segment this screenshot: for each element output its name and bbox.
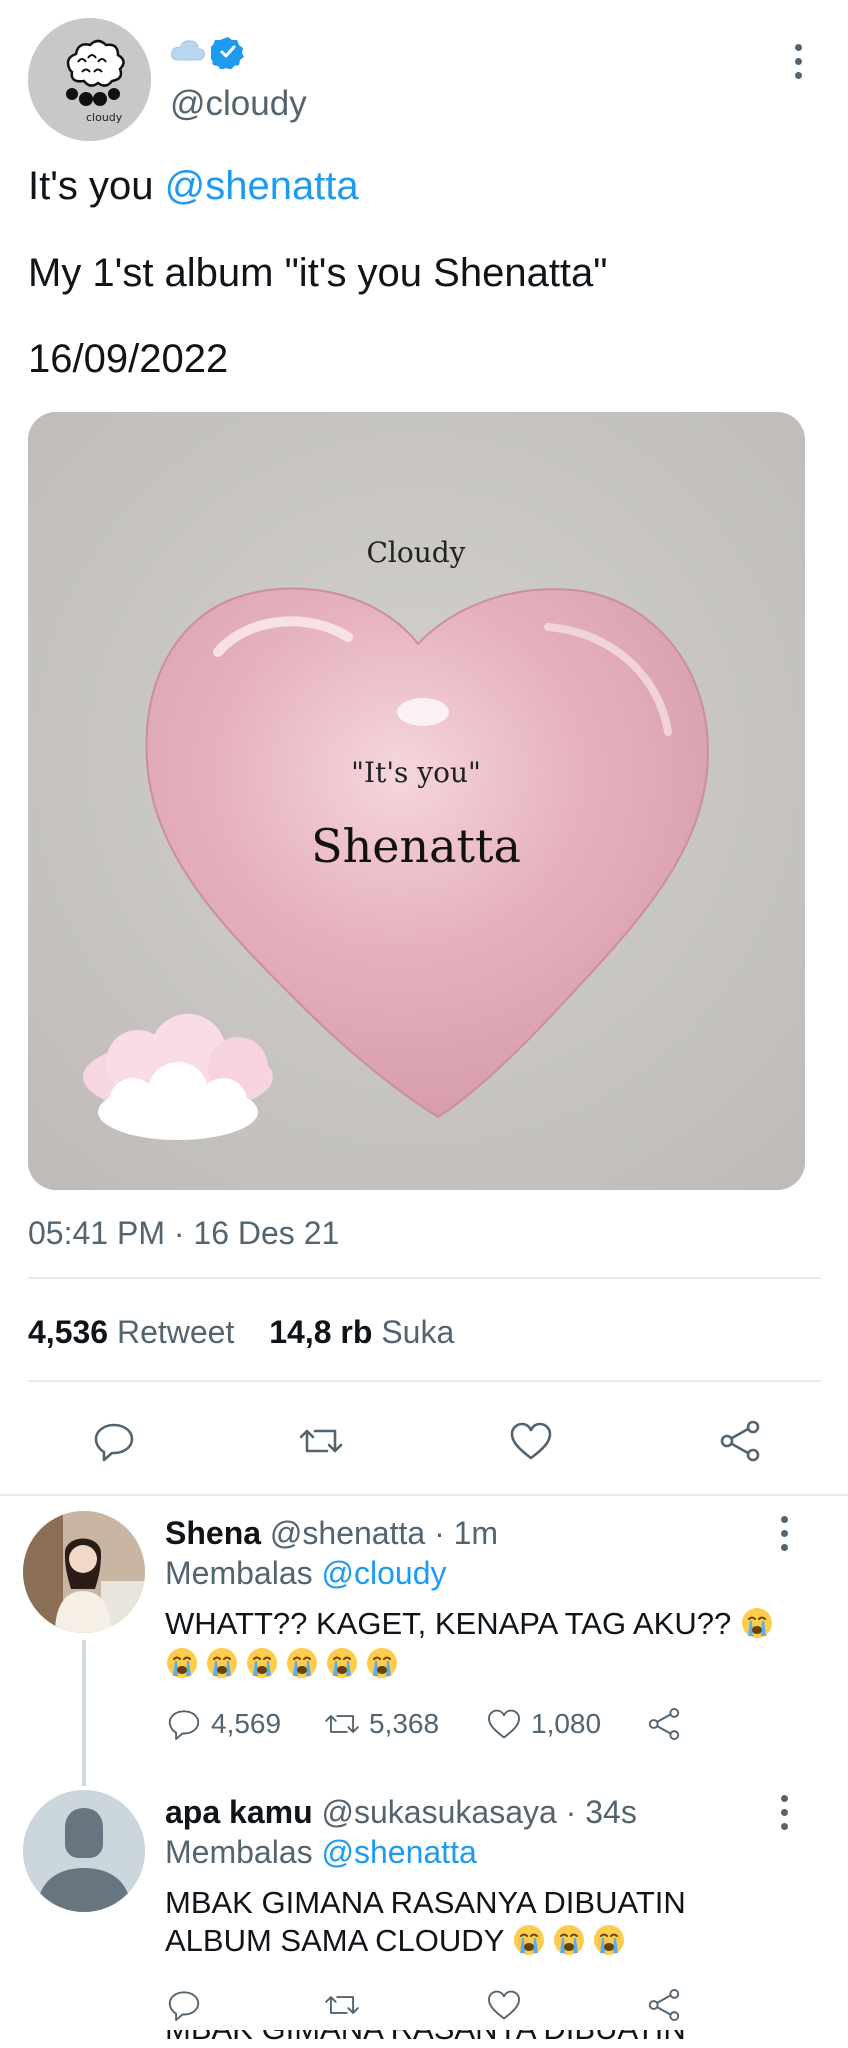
tweet-text-line-2: My 1'st album "it's you Shenatta" [28, 251, 608, 295]
reply-actions: 4,569 5,368 1,080 [165, 1705, 705, 1755]
avatar-photo-icon [23, 1511, 145, 1633]
reply-author-name[interactable]: Shena [165, 1515, 261, 1551]
crying-emoji-icon [285, 1646, 319, 1680]
like-icon [488, 1709, 520, 1739]
reply-icon [94, 1423, 134, 1462]
reply-count: 4,569 [211, 1708, 282, 1739]
tweet-actions [28, 1405, 805, 1475]
reply-header: Shena @shenatta · 1m [165, 1514, 498, 1552]
cover-title-text: Cloudy [366, 536, 465, 569]
reply-actions [165, 1986, 705, 2036]
crying-emoji-icon [365, 1646, 399, 1680]
crying-emoji-icon [512, 1923, 546, 1957]
replying-to-label: Membalas [165, 1555, 322, 1591]
reply-text-line-2: ALBUM SAMA CLOUDY [165, 1922, 632, 1960]
replying-to: Membalas @shenatta [165, 1833, 477, 1871]
share-button[interactable] [645, 1705, 683, 1743]
reply-author-name[interactable]: apa kamu [165, 1794, 313, 1830]
default-avatar-icon [23, 1790, 145, 1912]
replying-to: Membalas @cloudy [165, 1554, 446, 1592]
reply-text-line-1: MBAK GIMANA RASANYA DIBUATIN [165, 1885, 686, 1920]
like-icon [488, 1990, 520, 2020]
reply-icon [168, 1710, 200, 1740]
reply-button[interactable] [86, 1413, 142, 1469]
verified-badge-icon [208, 35, 245, 70]
replying-to-mention[interactable]: @cloudy [322, 1555, 447, 1591]
cut-off-line: MBAK GIMANA RASANYA DIBUATIN [165, 2030, 686, 2046]
cover-name-text: Shenatta [311, 819, 521, 873]
retweet-count: 5,368 [369, 1708, 440, 1739]
cover-quote-text: "It's you" [351, 756, 481, 789]
divider [0, 1494, 848, 1496]
share-button[interactable] [645, 1986, 683, 2024]
like-count: 1,080 [531, 1708, 602, 1739]
crying-emoji-icon [740, 1606, 774, 1640]
reply-header: apa kamu @sukasukasaya · 34s [165, 1793, 637, 1831]
more-options-icon[interactable] [784, 40, 812, 80]
author-handle[interactable]: @cloudy [170, 84, 307, 124]
replying-to-mention[interactable]: @shenatta [322, 1834, 477, 1870]
like-button[interactable] [503, 1413, 559, 1469]
retweet-button[interactable] [323, 1986, 361, 2024]
cloudy-logo-icon: cloudy [28, 18, 151, 141]
like-button[interactable]: 1,080 [485, 1705, 601, 1743]
reply-text: ALBUM SAMA CLOUDY [165, 1923, 513, 1958]
share-button[interactable] [712, 1413, 768, 1469]
avatar-cloudy[interactable]: cloudy [28, 18, 151, 141]
share-icon [648, 1989, 680, 2021]
reply-button[interactable]: 4,569 [165, 1705, 281, 1743]
reply-more-icon[interactable] [772, 1516, 796, 1552]
tweet-timestamp[interactable]: 05:41 PM · 16 Des 21 [28, 1213, 339, 1253]
crying-emoji-icon [552, 1923, 586, 1957]
tweet-text-line-1: It's you @shenatta [28, 163, 359, 209]
crying-emoji-icon [205, 1646, 239, 1680]
reply-text-line-2 [165, 1645, 405, 1683]
thread-connector-line [82, 1640, 86, 1786]
reply-text-line-1: WHATT?? KAGET, KENAPA TAG AKU?? [165, 1605, 780, 1643]
like-count[interactable]: 14,8 rb [269, 1314, 372, 1350]
reply-author-handle[interactable]: @shenatta [270, 1515, 425, 1551]
tweet-media-image[interactable]: Cloudy "It's you" Shenatta [28, 412, 805, 1190]
crying-emoji-icon [325, 1646, 359, 1680]
reply-avatar-shena[interactable] [23, 1511, 145, 1633]
avatar-logo-text: cloudy [86, 111, 123, 124]
share-icon [720, 1420, 760, 1462]
replying-to-label: Membalas [165, 1834, 322, 1870]
divider [28, 1277, 821, 1279]
divider [28, 1380, 821, 1382]
crying-emoji-icon [245, 1646, 279, 1680]
like-label[interactable]: Suka [381, 1314, 454, 1350]
cut-off-text: MBAK GIMANA RASANYA DIBUATIN [165, 2030, 686, 2048]
reply-author-handle[interactable]: @sukasukasaya [322, 1794, 557, 1830]
retweet-count[interactable]: 4,536 [28, 1314, 108, 1350]
retweet-icon [299, 1429, 343, 1453]
like-icon [510, 1422, 552, 1460]
reply-more-icon[interactable] [772, 1795, 796, 1831]
retweet-icon [325, 1996, 359, 2014]
reply-time: · 34s [556, 1794, 637, 1830]
like-button[interactable] [485, 1986, 523, 2024]
crying-emoji-icon [165, 1646, 199, 1680]
tweet-text-line-3: 16/09/2022 [28, 337, 229, 381]
retweet-button[interactable]: 5,368 [323, 1705, 439, 1743]
crying-emoji-icon [592, 1923, 626, 1957]
mention-link[interactable]: @shenatta [165, 164, 359, 208]
share-icon [648, 1708, 680, 1740]
reply-text: WHATT?? KAGET, KENAPA TAG AKU?? [165, 1606, 740, 1641]
album-cover-image: Cloudy "It's you" Shenatta [28, 412, 805, 1190]
reply-time: · 1m [425, 1515, 499, 1551]
reply-icon [168, 1991, 200, 2021]
tweet-stats: 4,536 Retweet 14,8 rb Suka [28, 1312, 454, 1352]
reply-avatar-default[interactable] [23, 1790, 145, 1912]
retweet-button[interactable] [293, 1413, 349, 1469]
retweet-icon [325, 1715, 359, 1733]
tweet-text: It's you [28, 164, 165, 208]
retweet-label[interactable]: Retweet [117, 1314, 234, 1350]
reply-button[interactable] [165, 1986, 203, 2024]
cloud-icon [170, 36, 206, 70]
